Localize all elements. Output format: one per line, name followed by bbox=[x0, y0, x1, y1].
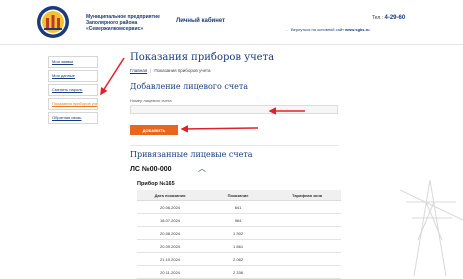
sidebar-item-feedback[interactable]: Обратная связь bbox=[48, 112, 98, 124]
page-title: Показания приборов учета bbox=[130, 52, 275, 63]
cell-reading: 2 336 bbox=[203, 265, 273, 279]
back-to-site-link[interactable]: ← Вернуться на основной сайт www.sgks.ru bbox=[285, 27, 370, 32]
cell-tariff-zone bbox=[273, 200, 341, 214]
column-header-tariff-zone: Тарифная зона bbox=[273, 190, 341, 201]
arrow-left-icon: ← bbox=[285, 27, 289, 32]
sidebar-item-meter-readings[interactable]: Показания приборов учета bbox=[48, 98, 98, 110]
back-site: www.sgks.ru bbox=[345, 27, 370, 32]
cabinet-title: Личный кабинет bbox=[176, 18, 226, 24]
cell-tariff-zone bbox=[273, 239, 341, 253]
cell-tariff-zone bbox=[273, 252, 341, 266]
site-header: Муниципальное предприятие Заполярного ра… bbox=[0, 0, 463, 44]
org-name-line-3: «Севержилкомсервис» bbox=[86, 26, 144, 32]
section-divider bbox=[130, 145, 338, 146]
back-text: Вернуться на основной сайт bbox=[291, 27, 344, 32]
column-header-date: Дата показания bbox=[137, 190, 204, 201]
breadcrumb-home[interactable]: Главная bbox=[130, 68, 147, 73]
sidebar-item-change-password[interactable]: Сменить пароль bbox=[48, 84, 98, 96]
add-account-button[interactable]: ДОБАВИТЬ bbox=[130, 125, 178, 135]
table-row: 20.11.2024 2 336 bbox=[137, 265, 341, 279]
cell-date: 21.10.2024 bbox=[137, 252, 204, 266]
table-header-row: Дата показания Показание Тарифная зона bbox=[137, 190, 341, 201]
arrow-to-add-button bbox=[180, 125, 259, 133]
table-row: 20.08.2024 1 302 bbox=[137, 226, 341, 240]
readings-table: Дата показания Показание Тарифная зона 2… bbox=[137, 190, 341, 279]
phone-number: 4-29-60 bbox=[384, 15, 406, 21]
table-row: 21.10.2024 2 062 bbox=[137, 252, 341, 266]
cell-date: 20.08.2024 bbox=[137, 226, 204, 240]
cell-date: 20.09.2024 bbox=[137, 239, 204, 253]
table-row: 20.09.2024 1 861 bbox=[137, 239, 341, 253]
breadcrumb: Главная | Показания приборов учета bbox=[130, 68, 210, 73]
cell-reading: 964 bbox=[203, 213, 273, 227]
sidebar-item-requests[interactable]: Мои заявки bbox=[48, 56, 98, 68]
device-heading: Прибор №165 bbox=[137, 181, 175, 187]
account-number-label: Номер лицевого счета bbox=[130, 98, 172, 103]
power-tower-decoration bbox=[400, 180, 463, 276]
account-number-input[interactable] bbox=[130, 105, 338, 114]
chevron-up-icon[interactable]: ︿ bbox=[198, 163, 206, 174]
sidebar-item-my-data[interactable]: Мои данные bbox=[48, 70, 98, 82]
column-header-reading: Показание bbox=[203, 190, 273, 201]
cell-tariff-zone bbox=[273, 213, 341, 227]
cell-tariff-zone bbox=[273, 226, 341, 240]
add-account-title: Добавление лицевого счета bbox=[130, 82, 249, 91]
company-logo[interactable] bbox=[36, 4, 70, 40]
cell-date: 18.07.2024 bbox=[137, 213, 204, 227]
cell-date: 20.11.2024 bbox=[137, 265, 204, 279]
sidebar-nav: Мои заявки Мои данные Сменить пароль Пок… bbox=[48, 56, 98, 126]
phone-prefix: Тел.: bbox=[372, 15, 384, 21]
table-row: 20.06.2024 641 bbox=[137, 200, 341, 214]
cell-tariff-zone bbox=[273, 265, 341, 279]
account-number-heading[interactable]: ЛС №00-000 bbox=[130, 166, 172, 173]
table-row: 18.07.2024 964 bbox=[137, 213, 341, 227]
header-divider bbox=[0, 44, 463, 45]
cell-reading: 1 861 bbox=[203, 239, 273, 253]
phone-info: Тел.: 4-29-60 bbox=[372, 15, 405, 21]
breadcrumb-current: Показания приборов учета bbox=[154, 68, 211, 73]
org-name: Муниципальное предприятие Заполярного ра… bbox=[86, 14, 166, 32]
cell-date: 20.06.2024 bbox=[137, 200, 204, 214]
linked-accounts-title: Привязанные лицевые счета bbox=[130, 150, 253, 159]
arrow-to-sidebar-item bbox=[100, 57, 125, 96]
cell-reading: 641 bbox=[203, 200, 273, 214]
breadcrumb-separator: | bbox=[150, 68, 152, 73]
cell-reading: 2 062 bbox=[203, 252, 273, 266]
cell-reading: 1 302 bbox=[203, 226, 273, 240]
